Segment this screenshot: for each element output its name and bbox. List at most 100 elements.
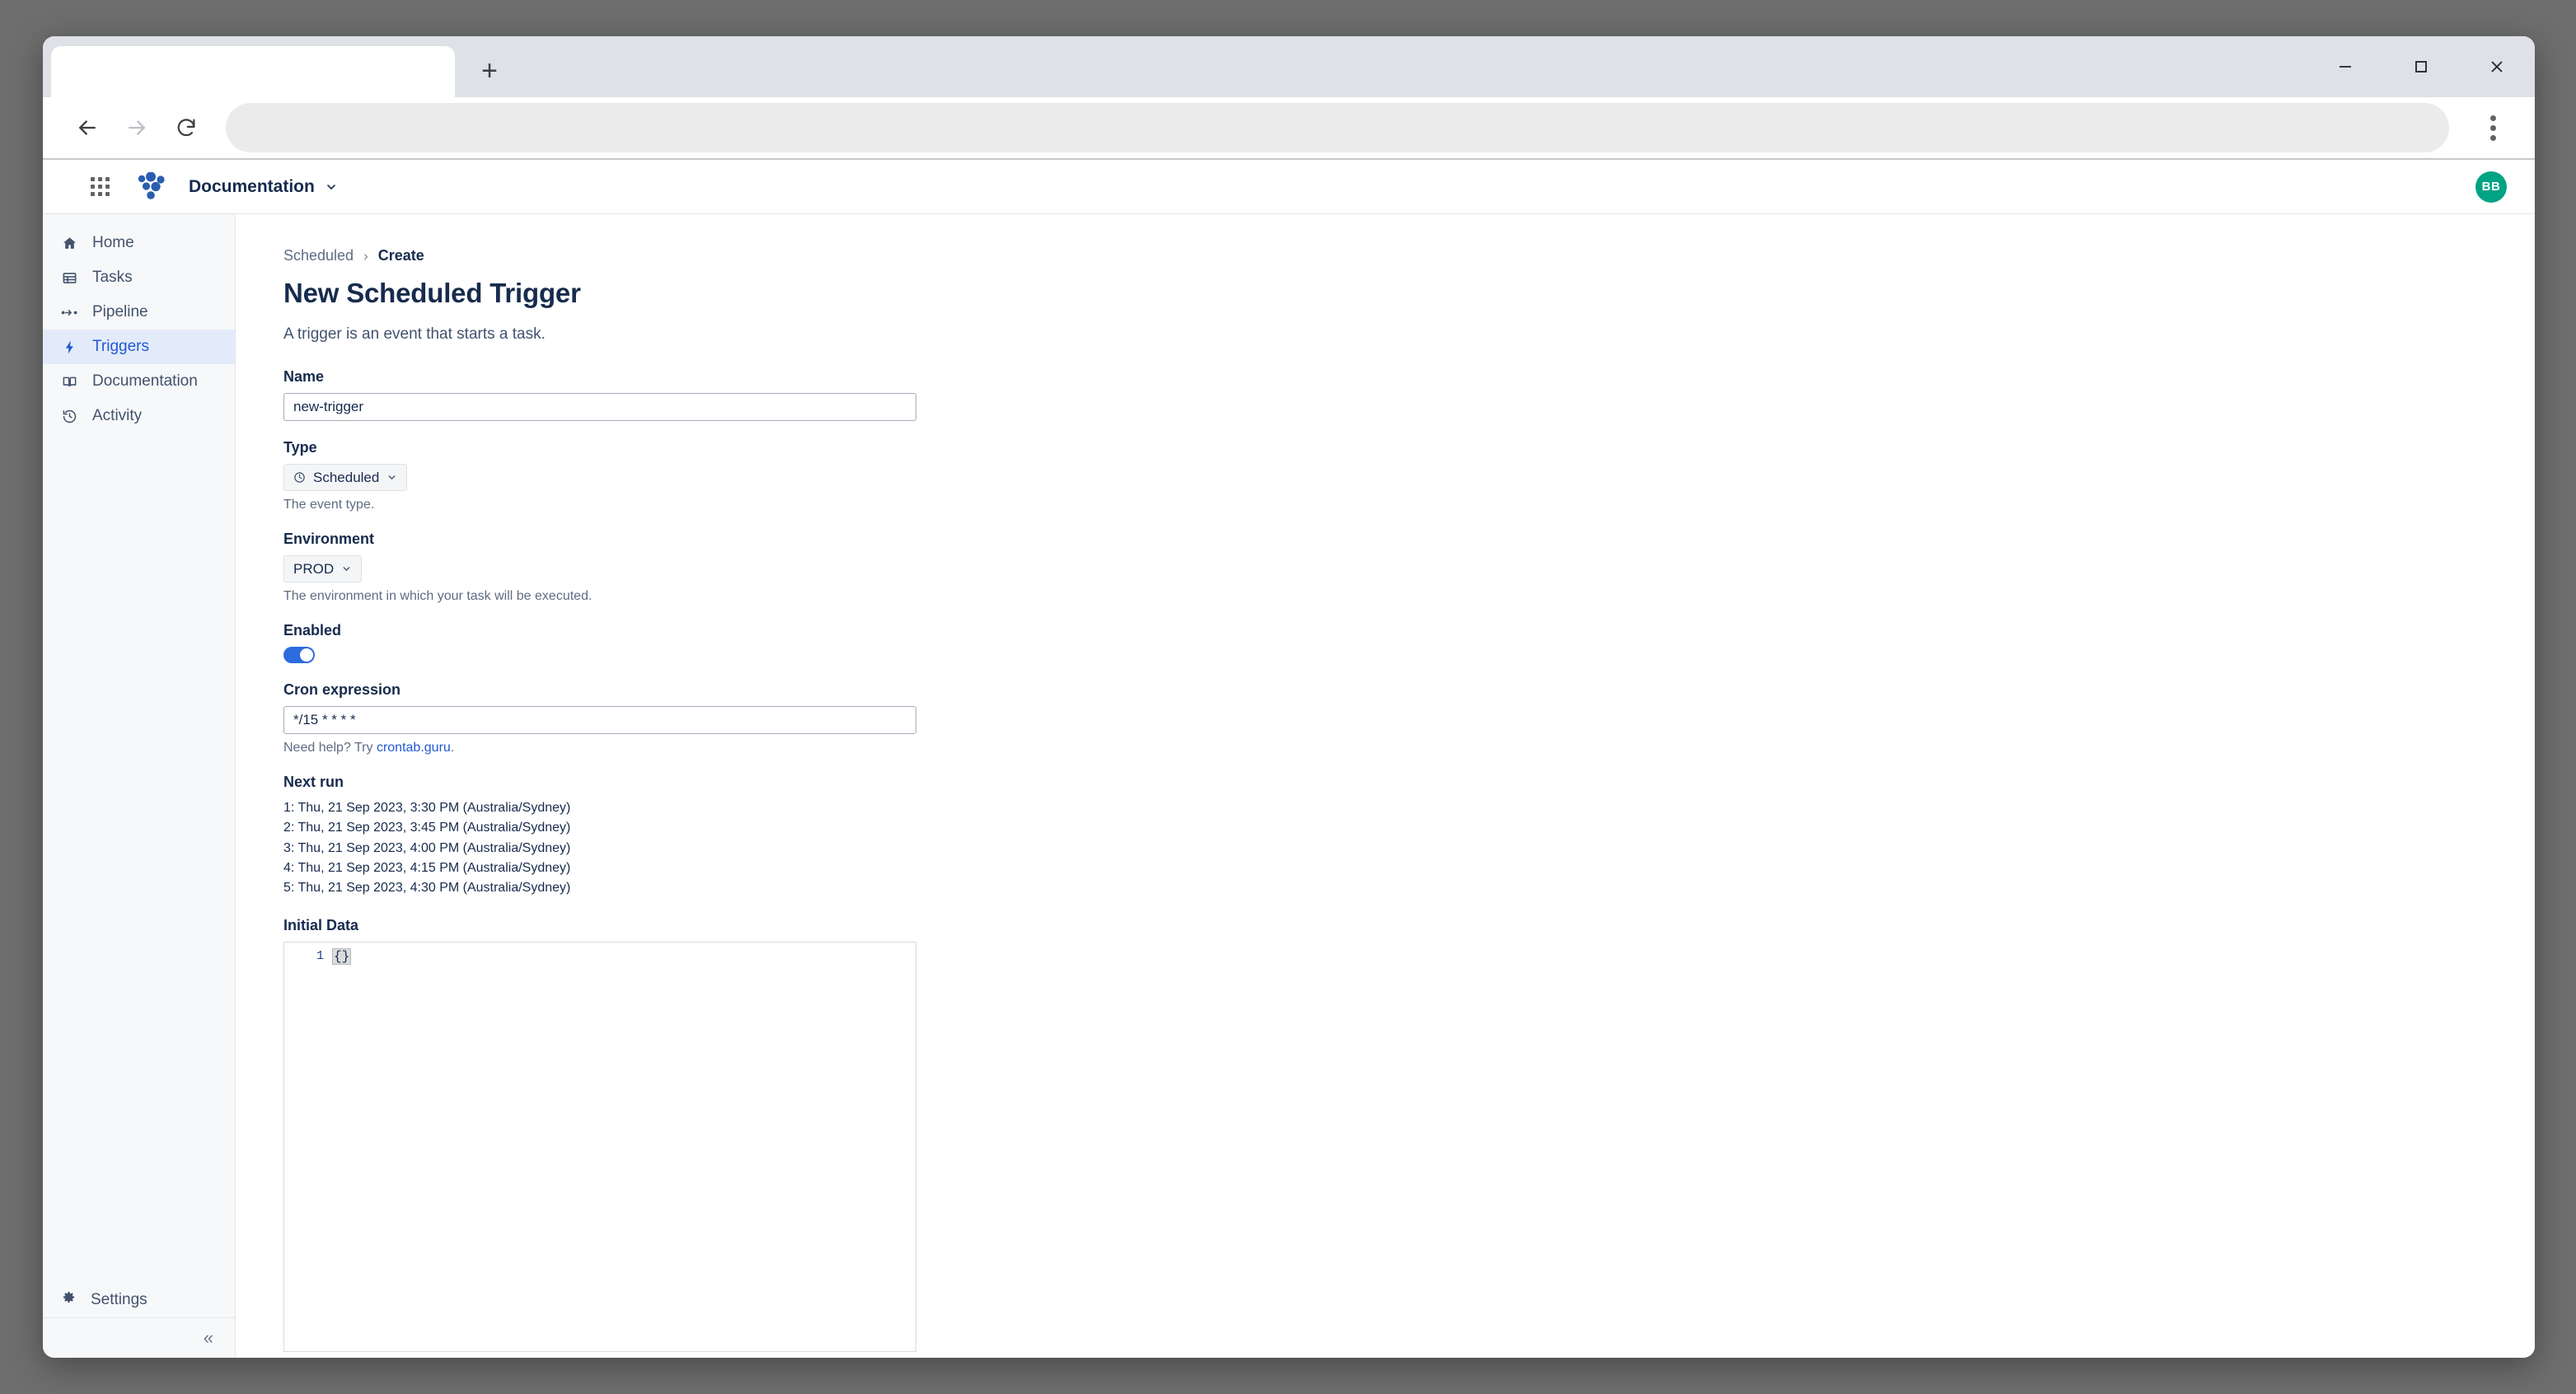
plus-icon: + [481,54,498,87]
sidebar: Home Tasks Pipeline Triggers Documentati… [43,214,236,1358]
type-select-value: Scheduled [313,469,380,485]
sidebar-item-label: Home [92,234,134,251]
gear-icon [61,1289,77,1310]
list-item: 4: Thu, 21 Sep 2023, 4:15 PM (Australia/… [283,860,571,875]
environment-label: Environment [283,531,375,547]
breadcrumb-separator: › [363,247,368,264]
maximize-button[interactable] [2383,36,2459,97]
breadcrumb: Scheduled › Create [283,247,2535,264]
close-button[interactable] [2459,36,2535,97]
environment-help: The environment in which your task will … [283,589,592,603]
back-arrow-icon [79,120,96,135]
list-item: 1: Thu, 21 Sep 2023, 3:30 PM (Australia/… [283,801,571,815]
avatar-initials: BB [2481,180,2501,194]
sidebar-item-label: Tasks [92,269,133,286]
page-description: A trigger is an event that starts a task… [283,325,546,343]
field-cron-expression: Cron expression */15 * * * * Need help? … [283,681,2535,755]
forward-button[interactable] [112,103,162,152]
home-icon [61,235,78,252]
table-icon [61,269,78,287]
minimize-icon [2339,66,2351,68]
double-chevron-left-icon: « [203,1327,213,1348]
chevron-down-icon [341,564,352,574]
list-item: 5: Thu, 21 Sep 2023, 4:30 PM (Australia/… [283,881,571,896]
new-tab-button[interactable]: + [466,48,513,94]
crontab-guru-link[interactable]: crontab.guru [377,741,451,755]
book-icon [61,373,78,391]
browser-tab-strip: + [43,36,2535,97]
initial-data-label: Initial Data [283,916,359,933]
browser-tab[interactable] [51,46,455,97]
cron-help: Need help? Try crontab.guru. [283,741,2535,755]
cron-input[interactable]: */15 * * * * [283,706,916,734]
clock-icon [293,471,306,484]
main-content: Scheduled › Create New Scheduled Trigger… [236,214,2535,1358]
reload-icon [177,119,195,137]
reload-button[interactable] [162,103,211,152]
chevron-down-icon [327,184,335,189]
apps-grid-icon[interactable] [91,177,110,196]
sidebar-settings-label: Settings [91,1290,148,1308]
initial-data-editor[interactable]: 1 {} [283,941,916,1352]
name-input-value: new-trigger [293,399,364,414]
sidebar-item-pipeline[interactable]: Pipeline [43,295,235,330]
sidebar-collapse-button[interactable]: « [43,1318,235,1358]
next-run-list: 1: Thu, 21 Sep 2023, 3:30 PM (Australia/… [283,798,2535,899]
kebab-menu-icon [2489,115,2496,121]
field-name: Name new-trigger [283,368,2535,421]
code-content: {} [332,947,352,965]
environment-select[interactable]: PROD [283,555,363,582]
workspace-switcher[interactable]: Documentation [189,177,338,197]
pipeline-icon [61,304,78,321]
page-title: New Scheduled Trigger [283,278,581,308]
sidebar-item-label: Documentation [92,372,198,390]
app-header: Documentation BB [43,160,2535,214]
type-label: Type [283,439,317,456]
forward-arrow-icon [129,120,145,135]
cron-input-value: */15 * * * * [293,712,356,727]
enabled-label: Enabled [283,622,342,639]
code-line-number: 1 [316,948,324,963]
type-help: The event type. [283,498,375,512]
code-line: 1 {} [284,943,916,965]
breadcrumb-current: Create [377,247,424,264]
name-input[interactable]: new-trigger [283,393,916,421]
application-root: Documentation BB Home Tasks Pipeline Tri… [43,160,2535,1358]
sidebar-item-label: Triggers [92,338,149,355]
field-next-run: Next run 1: Thu, 21 Sep 2023, 3:30 PM (A… [283,774,2535,899]
sidebar-item-documentation[interactable]: Documentation [43,364,235,399]
cron-help-prefix: Need help? Try [283,741,377,755]
sidebar-item-label: Pipeline [92,303,148,320]
field-initial-data: Initial Data 1 {} [283,917,2535,1352]
breadcrumb-parent[interactable]: Scheduled [283,247,354,264]
sidebar-item-label: Activity [92,407,143,424]
field-environment: Environment PROD The environment in whic… [283,531,2535,604]
history-clock-icon [61,408,78,425]
toggle-knob [300,648,313,662]
address-bar[interactable] [226,103,2449,152]
name-label: Name [283,368,325,385]
hexagon-cluster-logo [138,171,165,199]
list-item: 2: Thu, 21 Sep 2023, 3:45 PM (Australia/… [283,821,571,835]
cron-help-suffix: . [450,741,455,755]
minimize-button[interactable] [2307,36,2383,97]
sidebar-item-home[interactable]: Home [43,226,235,260]
workspace-name: Documentation [189,176,315,196]
browser-window: + Documentation BB Home Tasks Pipeline T… [43,36,2535,1358]
avatar[interactable]: BB [2475,171,2507,203]
sidebar-item-activity[interactable]: Activity [43,399,235,433]
window-controls [2307,36,2535,97]
back-button[interactable] [63,103,112,152]
chevron-down-icon [386,472,397,483]
sidebar-item-settings[interactable]: Settings [43,1282,235,1318]
list-item: 3: Thu, 21 Sep 2023, 4:00 PM (Australia/… [283,840,571,855]
enabled-toggle[interactable] [283,647,315,663]
next-run-label: Next run [283,774,344,790]
sidebar-item-tasks[interactable]: Tasks [43,260,235,295]
sidebar-item-triggers[interactable]: Triggers [43,330,235,364]
browser-menu-button[interactable] [2471,105,2515,150]
field-enabled: Enabled [283,622,2535,663]
environment-select-value: PROD [293,560,335,577]
type-select[interactable]: Scheduled [283,464,408,491]
